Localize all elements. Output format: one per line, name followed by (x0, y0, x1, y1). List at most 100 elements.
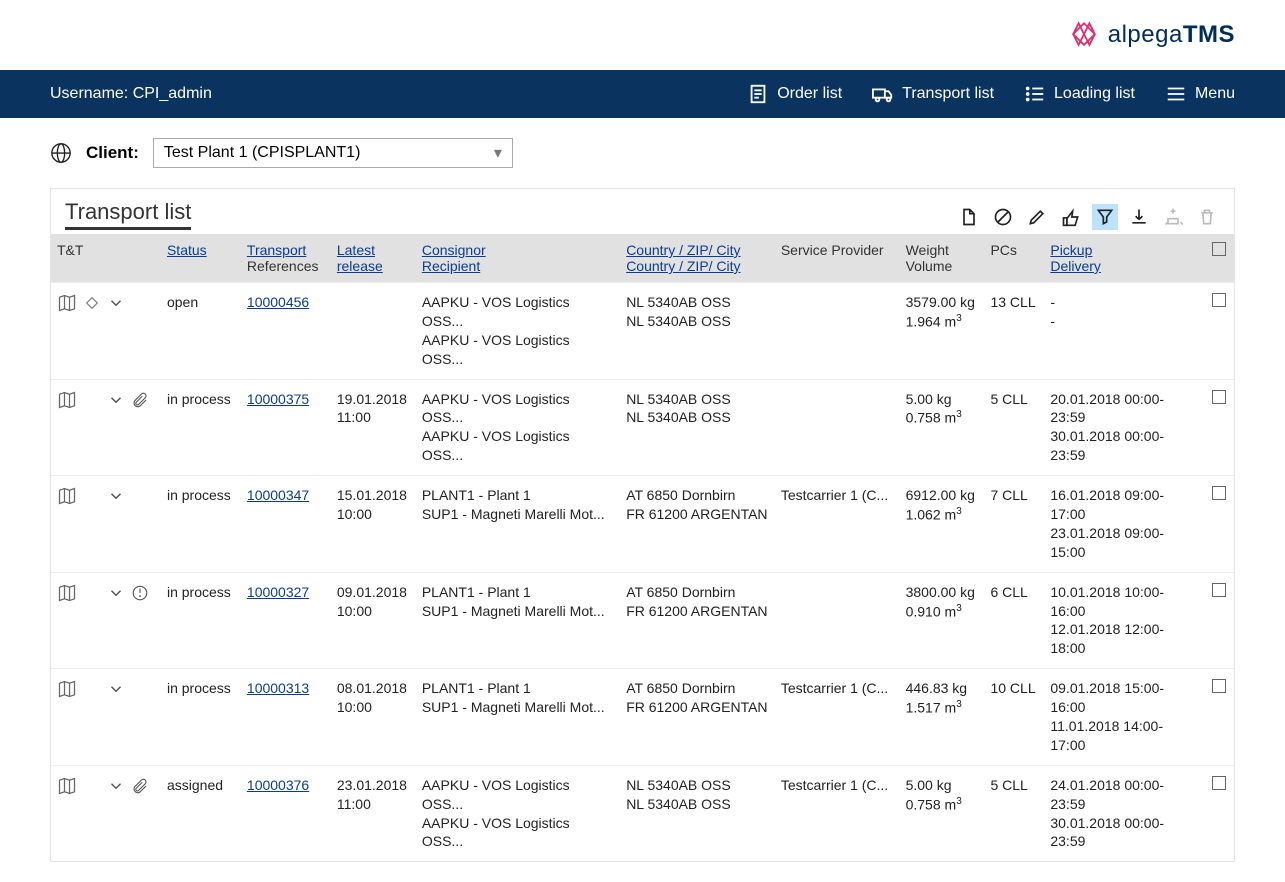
address-cell: NL 5340AB OSSNL 5340AB OSS (620, 379, 775, 476)
forbid-button[interactable] (990, 204, 1016, 230)
map-icon[interactable] (57, 390, 77, 415)
status-cell: in process (161, 476, 241, 573)
pickup-delivery-cell: 16.01.2018 09:00-17:0023.01.2018 09:00-1… (1044, 476, 1204, 573)
col-release[interactable]: Latest (337, 242, 375, 258)
transport-ref-link[interactable]: 10000327 (247, 584, 309, 600)
weight-cell: 5.00 kg0.758 m3 (900, 765, 985, 861)
weight-cell: 5.00 kg0.758 m3 (900, 379, 985, 476)
weight-cell: 3800.00 kg0.910 m3 (900, 572, 985, 669)
info-icon[interactable] (131, 584, 149, 607)
consignor-cell: AAPKU - VOS Logistics OSS...AAPKU - VOS … (416, 765, 620, 861)
col-pickup[interactable]: Pickup (1050, 242, 1092, 258)
status-cell: open (161, 283, 241, 380)
status-cell: in process (161, 572, 241, 669)
row-checkbox[interactable] (1212, 293, 1226, 307)
thumbs-up-button[interactable] (1058, 204, 1084, 230)
map-icon[interactable] (57, 293, 77, 318)
client-label: Client: (86, 143, 139, 163)
col-address[interactable]: Country / ZIP/ City (626, 242, 740, 258)
address-cell: NL 5340AB OSSNL 5340AB OSS (620, 283, 775, 380)
nav-menu[interactable]: Menu (1165, 83, 1235, 105)
col-tt: T&T (57, 242, 83, 258)
top-bar: alpegaTMS (0, 0, 1285, 70)
client-select[interactable]: Test Plant 1 (CPISPLANT1) ▾ (153, 138, 513, 168)
transport-ref-link[interactable]: 10000375 (247, 391, 309, 407)
weight-cell: 446.83 kg1.517 m3 (900, 669, 985, 766)
pcs-cell: 7 CLL (984, 476, 1044, 573)
list-icon (1024, 83, 1046, 105)
nav-items: Order list Transport list Loading list M… (747, 83, 1235, 105)
transport-ref-link[interactable]: 10000313 (247, 680, 309, 696)
table-row[interactable]: in process1000037519.01.201811:00AAPKU -… (51, 379, 1234, 476)
address-cell: AT 6850 DornbirnFR 61200 ARGENTAN (620, 572, 775, 669)
filter-button[interactable] (1092, 204, 1118, 230)
chev-icon[interactable] (107, 487, 125, 510)
new-button[interactable] (956, 204, 982, 230)
globe-icon (50, 142, 72, 164)
status-cell: assigned (161, 765, 241, 861)
table-row[interactable]: open 10000456 AAPKU - VOS Logistics OSS...… (51, 283, 1234, 380)
list-actions (956, 204, 1220, 230)
table-row[interactable]: in process 10000327 09.01.201810:00PLANT1 … (51, 572, 1234, 669)
chev-icon[interactable] (107, 294, 125, 317)
row-checkbox[interactable] (1212, 486, 1226, 500)
chev-icon[interactable] (107, 777, 125, 800)
pcs-cell: 5 CLL (984, 765, 1044, 861)
transport-ref-link[interactable]: 10000376 (247, 777, 309, 793)
consignor-cell: AAPKU - VOS Logistics OSS...AAPKU - VOS … (416, 283, 620, 380)
nav-transport-list[interactable]: Transport list (872, 83, 994, 105)
client-row: Client: Test Plant 1 (CPISPLANT1) ▾ (0, 118, 1285, 188)
row-checkbox[interactable] (1212, 679, 1226, 693)
download-button[interactable] (1126, 204, 1152, 230)
chev-icon[interactable] (107, 680, 125, 703)
release-cell: 09.01.201810:00 (331, 572, 416, 669)
service-provider-cell (775, 572, 900, 669)
clip-icon[interactable] (131, 777, 149, 800)
table-row[interactable]: in process1000031308.01.201810:00PLANT1 … (51, 669, 1234, 766)
map-icon[interactable] (57, 486, 77, 511)
table-row[interactable]: in process1000034715.01.201810:00PLANT1 … (51, 476, 1234, 573)
delete-button (1194, 204, 1220, 230)
table-row[interactable]: assigned 10000376 23.01.201811:00AAPKU - V… (51, 765, 1234, 861)
pcs-cell: 13 CLL (984, 283, 1044, 380)
table-header-row: T&T Status TransportReferences Latestrel… (51, 234, 1234, 283)
address-cell: NL 5340AB OSSNL 5340AB OSS (620, 765, 775, 861)
edit-button[interactable] (1024, 204, 1050, 230)
status-cell: in process (161, 669, 241, 766)
clip-icon[interactable] (131, 391, 149, 414)
row-checkbox[interactable] (1212, 776, 1226, 790)
pickup-delivery-cell: -- (1044, 283, 1204, 380)
chev-icon[interactable] (107, 391, 125, 414)
col-status[interactable]: Status (167, 242, 207, 258)
service-provider-cell: Testcarrier 1 (C... (775, 669, 900, 766)
alpega-logo-icon (1066, 21, 1102, 49)
nav-order-list[interactable]: Order list (747, 83, 842, 105)
col-service-provider: Service Provider (781, 242, 884, 258)
pcs-cell: 10 CLL (984, 669, 1044, 766)
truck-icon (872, 83, 894, 105)
nav-loading-list[interactable]: Loading list (1024, 83, 1135, 105)
row-checkbox[interactable] (1212, 390, 1226, 404)
consignor-cell: PLANT1 - Plant 1SUP1 - Magneti Marelli M… (416, 572, 620, 669)
select-all-checkbox[interactable] (1212, 242, 1226, 256)
col-transport[interactable]: Transport (247, 242, 306, 258)
transport-ref-link[interactable]: 10000456 (247, 294, 309, 310)
transport-table: T&T Status TransportReferences Latestrel… (51, 234, 1234, 861)
service-provider-cell: Testcarrier 1 (C... (775, 765, 900, 861)
map-icon[interactable] (57, 776, 77, 801)
chev-icon[interactable] (107, 584, 125, 607)
map-icon[interactable] (57, 679, 77, 704)
release-cell: 23.01.201811:00 (331, 765, 416, 861)
diamond-icon[interactable] (83, 294, 101, 317)
row-checkbox[interactable] (1212, 583, 1226, 597)
transport-ref-link[interactable]: 10000347 (247, 487, 309, 503)
pickup-delivery-cell: 09.01.2018 15:00-16:0011.01.2018 14:00-1… (1044, 669, 1204, 766)
status-cell: in process (161, 379, 241, 476)
service-provider-cell (775, 379, 900, 476)
menu-icon (1165, 83, 1187, 105)
col-consignor[interactable]: Consignor (422, 242, 486, 258)
service-provider-cell (775, 283, 900, 380)
address-cell: AT 6850 DornbirnFR 61200 ARGENTAN (620, 669, 775, 766)
chevron-down-icon: ▾ (494, 143, 502, 163)
map-icon[interactable] (57, 583, 77, 608)
